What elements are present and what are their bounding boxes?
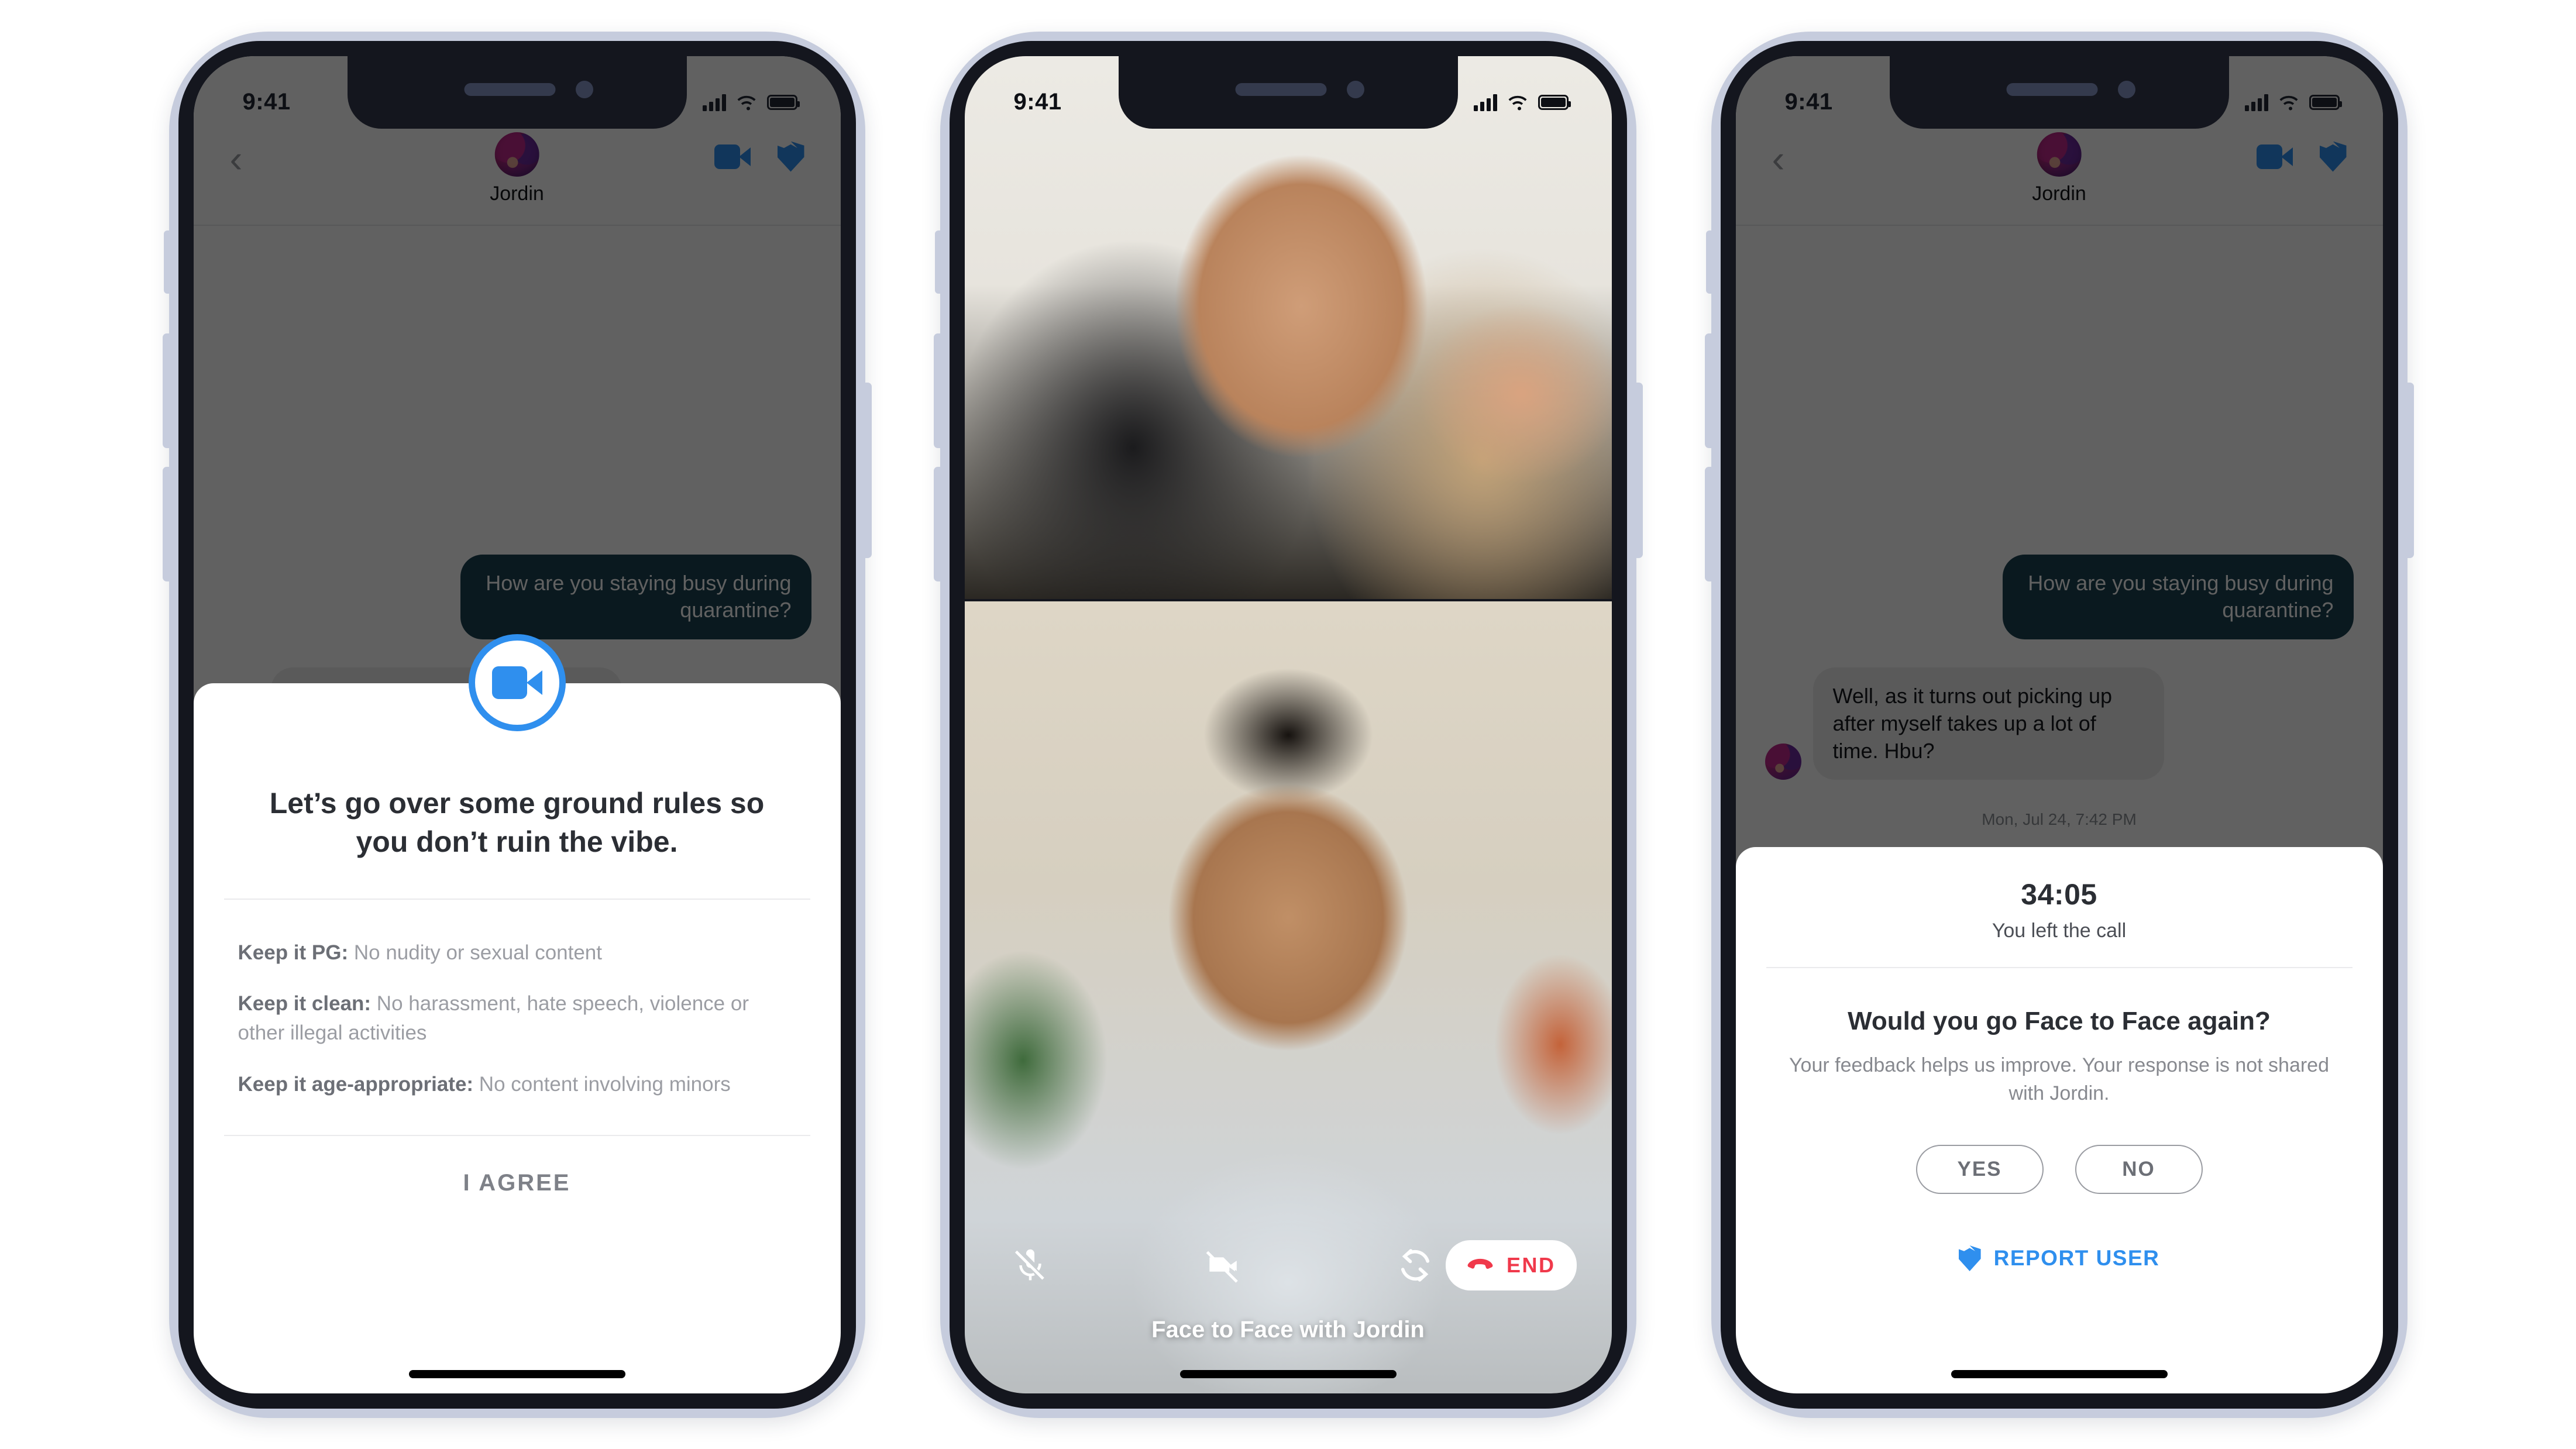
camera-off-icon[interactable] xyxy=(1192,1245,1253,1285)
phone-notch xyxy=(347,56,687,129)
phone-screen: END Face to Face with Jordin 9:41 xyxy=(964,56,1612,1393)
video-call-screen: END Face to Face with Jordin xyxy=(964,56,1612,1393)
rule-item: Keep it clean: No harassment, hate speec… xyxy=(238,989,796,1047)
signal-bars-icon xyxy=(2244,94,2268,111)
power-button[interactable] xyxy=(1633,382,1643,558)
front-camera xyxy=(575,80,593,98)
signal-bars-icon xyxy=(702,94,726,111)
remote-video-feed[interactable] xyxy=(964,56,1612,600)
home-indicator[interactable] xyxy=(1951,1369,2168,1378)
phone-notch xyxy=(1889,56,2229,129)
status-bar-indicators xyxy=(702,94,800,111)
feedback-block: Would you go Face to Face again? Your fe… xyxy=(1736,968,2383,1272)
end-call-label: END xyxy=(1507,1252,1556,1277)
video-camera-icon xyxy=(491,666,542,699)
front-camera xyxy=(2117,80,2135,98)
earpiece-speaker xyxy=(464,82,556,96)
feedback-note: Your feedback helps us improve. Your res… xyxy=(1789,1054,2329,1104)
call-recap-sheet: 34:05 You left the call Would you go Fac… xyxy=(1735,846,2383,1393)
screenshot-stage: ‹ Jordin How are you staying busy during… xyxy=(0,0,2576,1449)
rule-label: Keep it PG: xyxy=(238,941,349,964)
power-button[interactable] xyxy=(862,382,872,558)
call-control-bar: END xyxy=(965,1240,1612,1290)
microphone-muted-icon[interactable] xyxy=(1000,1245,1061,1285)
phone-mockup-video-call: END Face to Face with Jordin 9:41 xyxy=(933,31,1643,1418)
feedback-question: Would you go Face to Face again? xyxy=(1848,1006,2271,1035)
phone-hangup-icon xyxy=(1467,1258,1493,1269)
wifi-icon xyxy=(1508,95,1527,110)
rule-text: No content involving minors xyxy=(473,1072,731,1096)
feedback-no-button[interactable]: NO xyxy=(2075,1145,2203,1195)
rule-label: Keep it age-appropriate: xyxy=(238,1072,474,1096)
signal-bars-icon xyxy=(1473,94,1497,111)
i-agree-button[interactable]: I AGREE xyxy=(194,1136,841,1196)
rule-label: Keep it clean: xyxy=(238,992,372,1016)
phone-screen: ‹ Jordin How are you staying busy during… xyxy=(193,56,841,1393)
volume-up-button[interactable] xyxy=(162,333,172,448)
wifi-icon xyxy=(737,95,756,110)
mute-switch-button[interactable] xyxy=(1705,230,1714,294)
rule-text: No nudity or sexual content xyxy=(348,941,603,964)
phone-mockup-call-recap: ‹ Jordin How are you staying busy during… xyxy=(1704,31,2414,1418)
home-indicator[interactable] xyxy=(408,1369,625,1378)
home-indicator[interactable] xyxy=(1179,1369,1397,1378)
feedback-yes-button[interactable]: YES xyxy=(1915,1145,2044,1195)
call-duration: 34:05 xyxy=(2021,877,2097,911)
report-user-button[interactable]: REPORT USER xyxy=(1772,1245,2347,1272)
earpiece-speaker xyxy=(2006,82,2098,96)
earpiece-speaker xyxy=(1235,82,1327,96)
volume-up-button[interactable] xyxy=(1704,333,1714,448)
status-bar-time: 9:41 xyxy=(1784,89,1833,115)
status-bar-indicators xyxy=(2244,94,2342,111)
call-duration-block: 34:05 You left the call xyxy=(1736,847,2383,967)
shield-icon xyxy=(1958,1245,1981,1272)
feedback-answer-buttons: YES NO xyxy=(1772,1145,2347,1195)
video-call-badge xyxy=(468,634,566,731)
camera-flip-icon[interactable] xyxy=(1385,1245,1446,1285)
power-button[interactable] xyxy=(2404,382,2414,558)
volume-down-button[interactable] xyxy=(1704,466,1714,581)
call-status-text: You left the call xyxy=(1992,919,2127,942)
battery-icon xyxy=(766,94,800,110)
ground-rules-list: Keep it PG: No nudity or sexual content … xyxy=(194,900,841,1135)
status-bar-indicators xyxy=(1473,94,1571,111)
report-user-label: REPORT USER xyxy=(1993,1246,2160,1271)
front-camera xyxy=(1346,80,1364,98)
status-bar-time: 9:41 xyxy=(1013,89,1062,115)
rule-item: Keep it age-appropriate: No content invo… xyxy=(238,1070,796,1099)
wifi-icon xyxy=(2279,95,2298,110)
mute-switch-button[interactable] xyxy=(163,230,172,294)
ground-rules-sheet: Let’s go over some ground rules so you d… xyxy=(193,634,841,1393)
volume-down-button[interactable] xyxy=(933,466,943,581)
end-call-button[interactable]: END xyxy=(1446,1240,1577,1290)
phone-mockup-ground-rules: ‹ Jordin How are you staying busy during… xyxy=(162,31,872,1418)
rule-item: Keep it PG: No nudity or sexual content xyxy=(238,938,796,968)
battery-icon xyxy=(2309,94,2342,110)
phone-notch xyxy=(1118,56,1458,129)
call-title: Face to Face with Jordin xyxy=(1151,1316,1425,1343)
phone-screen: ‹ Jordin How are you staying busy during… xyxy=(1735,56,2383,1393)
battery-icon xyxy=(1538,94,1571,110)
video-split-divider xyxy=(964,598,1612,601)
mute-switch-button[interactable] xyxy=(934,230,943,294)
volume-up-button[interactable] xyxy=(933,333,943,448)
status-bar-time: 9:41 xyxy=(242,89,291,115)
volume-down-button[interactable] xyxy=(162,466,172,581)
